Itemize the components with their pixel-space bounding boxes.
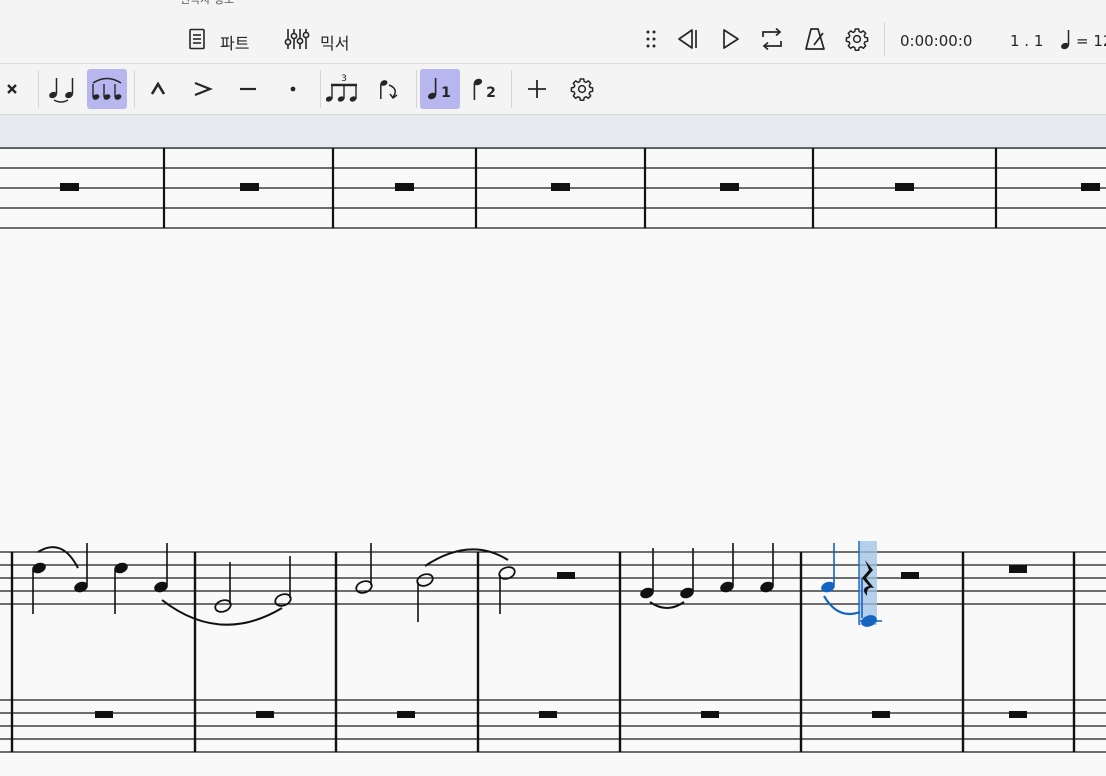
tie[interactable] [649, 601, 685, 609]
score-canvas[interactable] [0, 0, 1106, 776]
measure-3-notes[interactable] [355, 543, 435, 622]
measure-4-notes[interactable] [498, 565, 517, 614]
whole-rest[interactable] [1009, 565, 1027, 573]
system-barlines [10, 552, 1076, 752]
melody-staff [0, 551, 1106, 605]
bass-staff-rests [95, 711, 1027, 718]
bass-staff [0, 699, 1106, 753]
top-staff-rests [60, 183, 1100, 191]
half-rest[interactable] [901, 572, 919, 579]
half-rest[interactable] [557, 572, 575, 579]
